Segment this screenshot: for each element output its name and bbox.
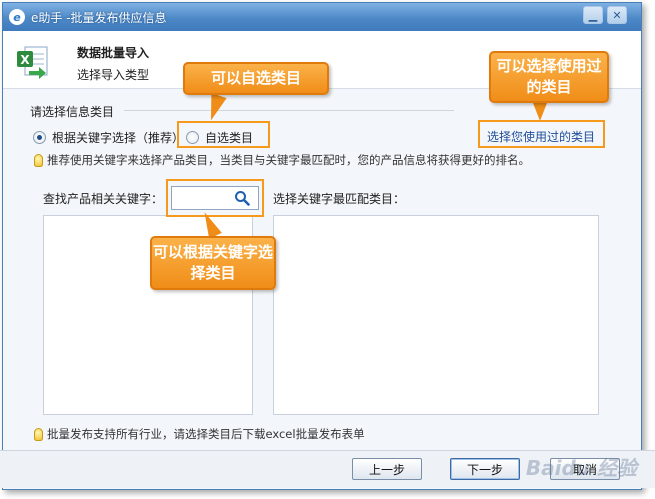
prev-step-button[interactable]: 上一步	[352, 458, 422, 480]
next-step-button[interactable]: 下一步	[450, 458, 520, 480]
close-button[interactable]: ✕	[607, 6, 627, 24]
title-bar: e e助手 -批量发布供应信息 ▁ ✕	[3, 3, 641, 31]
lightbulb-icon	[34, 427, 43, 441]
bottom-tip: 批量发布支持所有行业，请选择类目后下载excel批量发布表单	[34, 426, 365, 442]
highlight-search-box	[166, 179, 264, 217]
section-divider	[124, 110, 454, 111]
section-title: 请选择信息类目	[30, 105, 115, 119]
radio-checked-icon[interactable]	[33, 131, 46, 144]
wizard-title: 数据批量导入	[77, 46, 150, 60]
excel-import-icon: X	[17, 46, 48, 79]
callout-pointer	[533, 103, 547, 121]
highlight-used-link	[478, 120, 605, 148]
bottom-tip-text: 批量发布支持所有行业，请选择类目后下载excel批量发布表单	[47, 427, 365, 441]
callout-used-category: 可以选择使用过的类目	[489, 51, 609, 103]
highlight-custom-radio	[177, 121, 270, 148]
lightbulb-icon	[34, 153, 43, 167]
minimize-button[interactable]: ▁	[583, 6, 603, 24]
keyword-search-label: 查找产品相关关键字：	[43, 192, 164, 206]
svg-text:X: X	[20, 53, 30, 67]
match-category-label: 选择关键字最匹配类目：	[273, 192, 406, 206]
app-logo-icon: e	[9, 9, 25, 25]
recommend-tip: 推荐使用关键字来选择产品类目，当类目与关键字最匹配时，您的产品信息将获得更好的排…	[34, 152, 530, 168]
recommend-tip-text: 推荐使用关键字来选择产品类目，当类目与关键字最匹配时，您的产品信息将获得更好的排…	[47, 153, 530, 167]
radio-keyword-select[interactable]: 根据关键字选择（推荐）	[33, 129, 184, 146]
watermark: Baidu 经验	[525, 456, 637, 480]
radio-keyword-label: 根据关键字选择（推荐）	[52, 131, 185, 145]
category-match-list[interactable]	[273, 215, 599, 415]
wizard-subtitle: 选择导入类型	[77, 68, 150, 82]
callout-custom-category: 可以自选类目	[183, 62, 329, 95]
window-title: e助手 -批量发布供应信息	[31, 10, 167, 25]
callout-keyword-select: 可以根据关键字选择类目	[150, 236, 276, 290]
